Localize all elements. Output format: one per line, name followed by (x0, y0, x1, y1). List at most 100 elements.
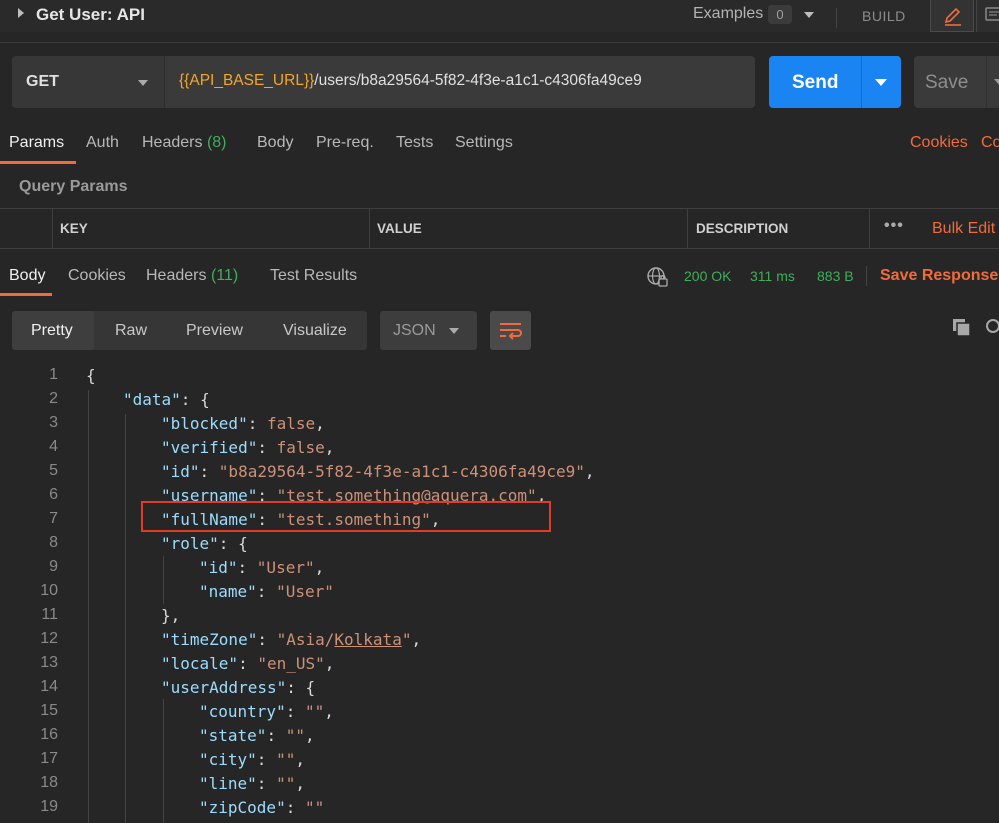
code-line: "state": "", (199, 726, 315, 745)
examples-chevron-down-icon[interactable] (804, 12, 814, 18)
column-header-key: KEY (60, 221, 88, 236)
line-number: 18 (40, 774, 58, 791)
tab-params[interactable]: Params (9, 134, 64, 152)
view-preview-button[interactable]: Preview (186, 322, 243, 340)
indent-guide (125, 414, 126, 823)
code-line: "timeZone": "Asia/Kolkata", (161, 630, 422, 649)
copy-icon[interactable] (952, 318, 972, 338)
save-button[interactable]: Save (914, 56, 999, 108)
tab-label: Headers (142, 134, 203, 151)
line-number: 9 (49, 558, 58, 575)
tab-label: Tests (396, 134, 434, 151)
examples-count-badge: 0 (768, 5, 792, 24)
highlight-annotation-box (141, 501, 551, 532)
tab-label: Test Results (270, 267, 358, 284)
code-line: "id": "User", (199, 558, 325, 577)
tab-headers[interactable]: Headers (8) (142, 134, 227, 152)
expand-caret-icon[interactable] (18, 8, 24, 18)
view-pretty-button[interactable]: Pretty (31, 322, 73, 340)
tab-body[interactable]: Body (257, 134, 293, 152)
tab-label: Body (257, 134, 294, 151)
tab-label: Cookies (68, 267, 126, 284)
table-border (0, 248, 999, 249)
code-line: { (86, 366, 96, 385)
active-tab-indicator (0, 161, 76, 164)
column-divider (369, 209, 370, 248)
tab-label: Headers (146, 267, 207, 284)
line-number: 10 (40, 582, 58, 599)
tab-label: Pre-req. (316, 134, 374, 151)
url-input[interactable]: {{API_BASE_URL}}/users/b8a29564-5f82-4f3… (164, 56, 755, 108)
request-title[interactable]: Get User: API (36, 5, 145, 25)
line-number: 16 (40, 726, 58, 743)
code-line: "city": "", (199, 750, 305, 769)
url-text: {{API_BASE_URL}}/users/b8a29564-5f82-4f3… (179, 72, 642, 90)
column-header-description: DESCRIPTION (696, 221, 789, 236)
wrap-lines-button[interactable] (490, 311, 531, 350)
search-icon[interactable] (985, 318, 999, 336)
format-select[interactable]: JSON (380, 311, 477, 350)
tab-prerequest[interactable]: Pre-req. (316, 134, 374, 152)
bulk-edit-link[interactable]: Bulk Edit (932, 220, 995, 238)
tab-label: Body (9, 267, 46, 284)
send-options-chevron-down-icon[interactable] (875, 79, 887, 86)
line-number: 7 (49, 510, 58, 527)
divider (0, 42, 999, 43)
view-visualize-button[interactable]: Visualize (283, 322, 347, 340)
column-header-value: VALUE (377, 221, 422, 236)
response-body-editor[interactable]: 1 { 2 "data": { 3 "blocked": false, 4 "v… (0, 360, 999, 823)
title-bar: Get User: API Examples 0 BUILD (0, 0, 999, 32)
active-tab-indicator (0, 293, 52, 296)
globe-icon[interactable] (646, 266, 668, 288)
save-response-button[interactable]: Save Response (880, 267, 998, 285)
line-number: 6 (49, 486, 58, 503)
code-line: "country": "", (199, 702, 334, 721)
tab-auth[interactable]: Auth (86, 134, 119, 152)
query-params-title: Query Params (19, 178, 128, 195)
edit-button[interactable] (930, 0, 974, 32)
tab-tests[interactable]: Tests (396, 134, 433, 152)
divider (866, 266, 867, 286)
code-line: "role": { (161, 534, 248, 553)
code-link[interactable]: Co (981, 134, 999, 152)
code-line: "verified": false, (161, 438, 335, 457)
build-mode-label[interactable]: BUILD (862, 8, 906, 24)
code-line: }, (161, 606, 181, 625)
view-raw-button[interactable]: Raw (115, 322, 147, 340)
method-select[interactable]: GET (12, 56, 164, 108)
response-tab-cookies[interactable]: Cookies (68, 267, 126, 285)
send-button[interactable]: Send (769, 56, 901, 108)
tab-label: Auth (86, 134, 119, 151)
response-tab-body[interactable]: Body (9, 267, 45, 285)
divider (861, 56, 862, 108)
line-number: 3 (49, 414, 58, 431)
line-number: 17 (40, 750, 58, 767)
tab-settings[interactable]: Settings (455, 134, 513, 152)
response-tab-test-results[interactable]: Test Results (270, 267, 357, 285)
line-number: 14 (40, 678, 58, 695)
indent-guide (88, 390, 89, 823)
chevron-down-icon (449, 328, 459, 334)
code-line: "data": { (123, 390, 210, 409)
chevron-down-icon (138, 80, 148, 86)
examples-button[interactable]: Examples (693, 5, 763, 23)
save-options-chevron-down-icon[interactable] (994, 79, 999, 86)
code-line: "zipCode": "" (199, 798, 325, 817)
cookies-link[interactable]: Cookies (910, 134, 968, 152)
code-line: "name": "User" (199, 582, 334, 601)
response-time[interactable]: 311 ms (750, 268, 795, 284)
tab-label: Settings (455, 134, 513, 151)
method-label: GET (26, 73, 59, 90)
tab-label: Params (9, 134, 65, 151)
line-number: 8 (49, 534, 58, 551)
status-code[interactable]: 200 OK (684, 268, 731, 284)
tab-count: (8) (206, 134, 227, 151)
line-number: 5 (49, 462, 58, 479)
line-number: 1 (49, 366, 58, 383)
comments-button[interactable] (976, 0, 999, 32)
more-options-icon[interactable]: ••• (884, 217, 904, 235)
edit-icon (944, 7, 961, 26)
response-size[interactable]: 883 B (817, 268, 854, 284)
line-number: 11 (41, 606, 58, 623)
response-tab-headers[interactable]: Headers (11) (146, 267, 238, 285)
